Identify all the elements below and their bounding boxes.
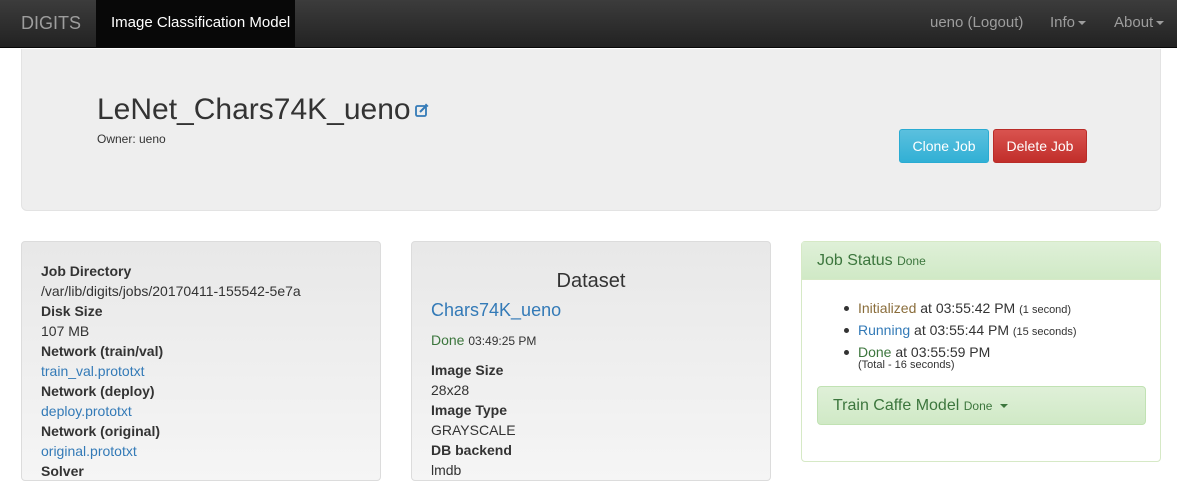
image-size-value: 28x28 — [431, 382, 470, 398]
train-task-label: Train Caffe Model — [833, 397, 960, 414]
image-type-label: Image Type — [431, 402, 507, 418]
image-type-value: GRAYSCALE — [431, 422, 516, 438]
owner-label: Owner: ueno — [97, 132, 166, 146]
about-menu-label: About — [1114, 14, 1154, 31]
train-caffe-model-toggle[interactable]: Train Caffe Model Done — [817, 386, 1146, 425]
disk-size-label: Disk Size — [41, 303, 103, 319]
dataset-info-list: Image Size 28x28 Image Type GRAYSCALE DB… — [431, 360, 516, 480]
job-status-heading: Job Status Done — [802, 242, 1160, 280]
list-item: Running at 03:55:44 PM (15 seconds) — [842, 320, 1076, 342]
db-backend-label: DB backend — [431, 442, 512, 458]
job-status-title: Job Status — [817, 252, 893, 269]
logout-link[interactable]: ueno (Logout) — [930, 0, 1023, 47]
job-title: LeNet_Chars74K_ueno — [97, 93, 429, 127]
job-status-state: Done — [897, 254, 926, 268]
clone-job-button[interactable]: Clone Job — [899, 129, 989, 163]
about-menu[interactable]: About — [1114, 0, 1165, 47]
dataset-heading: Dataset — [556, 270, 626, 292]
status-event-list: Initialized at 03:55:42 PM (1 second) Ru… — [842, 298, 1076, 362]
event-name: Done — [858, 344, 892, 360]
event-time: at 03:55:59 PM — [895, 344, 991, 360]
train-task-state: Done — [963, 399, 993, 413]
brand-link[interactable]: DIGITS — [21, 13, 81, 34]
job-directory-label: Job Directory — [41, 263, 132, 279]
event-duration: (1 second) — [1019, 304, 1072, 316]
disk-size-value: 107 MB — [41, 323, 90, 339]
navbar: DIGITS Image Classification Model ueno (… — [0, 0, 1177, 48]
caret-down-icon — [999, 403, 1008, 408]
info-menu-label: Info — [1050, 14, 1076, 31]
total-duration: (Total - 16 seconds) — [858, 359, 955, 371]
job-info-panel: Job Directory /var/lib/digits/jobs/20170… — [21, 241, 381, 481]
edit-icon[interactable] — [414, 91, 429, 125]
job-header: LeNet_Chars74K_ueno Owner: ueno Clone Jo… — [21, 49, 1161, 211]
event-time: at 03:55:44 PM — [914, 322, 1009, 338]
job-directory-value: /var/lib/digits/jobs/20170411-155542-5e7… — [41, 283, 301, 299]
image-size-label: Image Size — [431, 362, 504, 378]
solver-label: Solver — [41, 463, 84, 479]
event-duration: (15 seconds) — [1012, 326, 1077, 338]
list-item: Initialized at 03:55:42 PM (1 second) — [842, 298, 1076, 320]
network-original-label: Network (original) — [41, 423, 161, 439]
job-name: LeNet_Chars74K_ueno — [97, 93, 411, 126]
dataset-status-time: 03:49:25 PM — [468, 334, 537, 348]
db-backend-value: lmdb — [431, 462, 462, 478]
dataset-link[interactable]: Chars74K_ueno — [431, 300, 561, 321]
dataset-status: Done 03:49:25 PM — [431, 332, 536, 348]
event-time: at 03:55:42 PM — [920, 300, 1016, 316]
delete-job-button[interactable]: Delete Job — [993, 129, 1087, 163]
event-name: Running — [858, 322, 911, 338]
caret-down-icon — [1156, 21, 1165, 26]
network-deploy-link[interactable]: deploy.prototxt — [41, 403, 132, 419]
network-deploy-label: Network (deploy) — [41, 383, 155, 399]
dataset-status-label: Done — [431, 332, 465, 348]
nav-item-model[interactable]: Image Classification Model — [96, 0, 295, 47]
dataset-panel: Dataset Chars74K_ueno Done 03:49:25 PM I… — [411, 241, 771, 481]
event-name: Initialized — [858, 300, 917, 316]
network-original-link[interactable]: original.prototxt — [41, 443, 137, 459]
info-menu[interactable]: Info — [1050, 0, 1087, 47]
job-info-list: Job Directory /var/lib/digits/jobs/20170… — [41, 261, 301, 481]
network-trainval-label: Network (train/val) — [41, 343, 164, 359]
network-trainval-link[interactable]: train_val.prototxt — [41, 363, 145, 379]
caret-down-icon — [1078, 21, 1087, 26]
job-status-panel: Job Status Done Initialized at 03:55:42 … — [801, 241, 1161, 462]
